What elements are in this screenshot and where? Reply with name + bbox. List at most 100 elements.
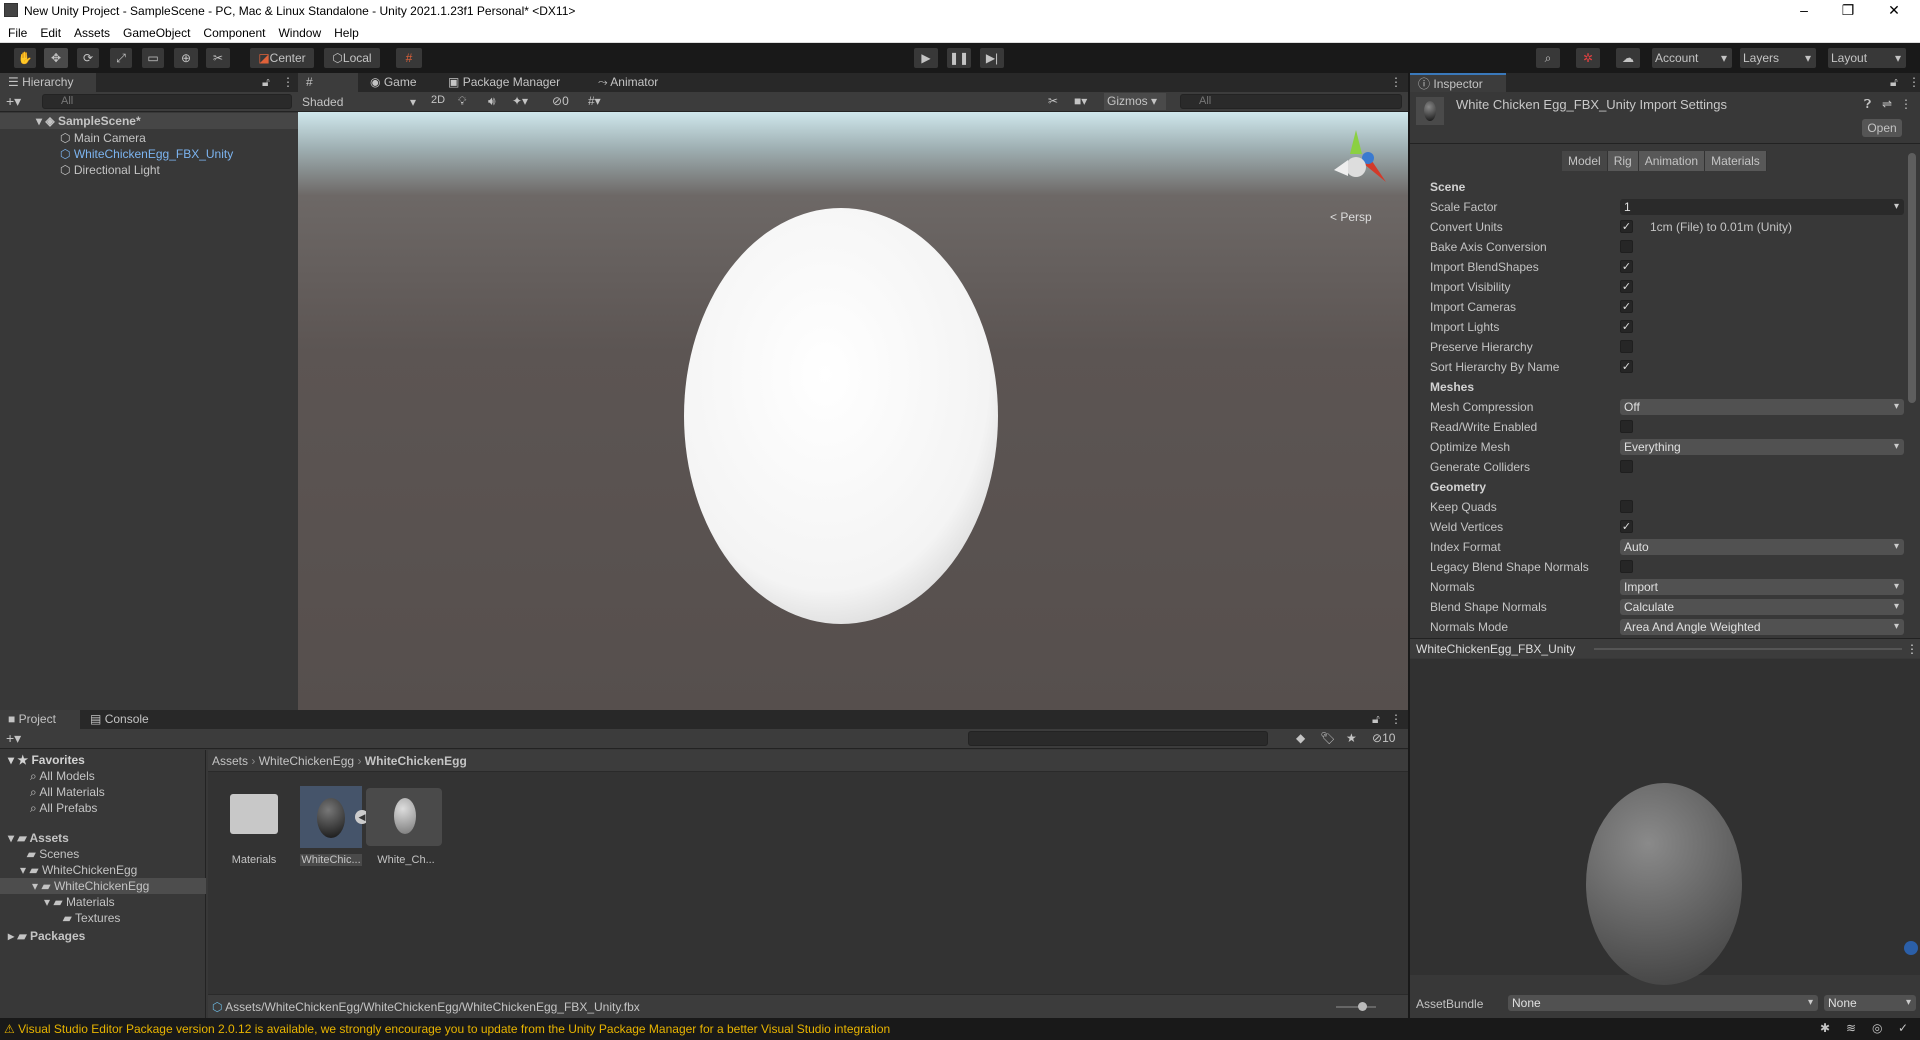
import-cameras-checkbox[interactable]: ✓ [1620, 300, 1633, 313]
normals-dropdown[interactable]: Import [1620, 579, 1904, 595]
2d-toggle[interactable]: 2D [426, 94, 450, 106]
legacy-blend-shape-normals-checkbox[interactable] [1620, 560, 1633, 573]
help-icon[interactable]: ❓︎ [1864, 97, 1871, 112]
collab-icon[interactable]: ✲ [1576, 48, 1600, 68]
favorites-header[interactable]: ▾ ★ Favorites [8, 752, 85, 768]
camera-icon[interactable]: ■▾ [1074, 94, 1087, 108]
favorite-star-icon[interactable]: ★ [1346, 731, 1357, 745]
lock-icon[interactable]: 🔓︎ [1372, 712, 1380, 727]
tab-hierarchy[interactable]: ☰ Hierarchy [0, 73, 96, 92]
weld-vertices-checkbox[interactable]: ✓ [1620, 520, 1633, 533]
label-tag-icon[interactable] [1904, 941, 1918, 955]
tools-icon[interactable]: ✂ [1048, 94, 1058, 108]
blend-shape-normals-dropdown[interactable]: Calculate [1620, 599, 1904, 615]
icon-size-slider[interactable] [1336, 1002, 1376, 1011]
check-icon[interactable]: ✓ [1898, 1021, 1908, 1035]
tree-item[interactable]: ▸ ▰ Packages [0, 928, 206, 944]
asset-label[interactable]: Materials [216, 854, 292, 866]
tab-model[interactable]: Model [1562, 151, 1608, 171]
pivot-local-button[interactable]: ⬡Local [324, 48, 380, 68]
step-button[interactable]: ▶| [980, 48, 1004, 68]
more-menu-icon[interactable]: ⋮ [1390, 75, 1402, 89]
gizmos-dropdown[interactable]: Gizmos ▾ [1104, 93, 1166, 110]
open-button[interactable]: Open [1862, 119, 1902, 137]
perspective-label[interactable]: < Persp [1330, 210, 1372, 224]
effects-icon[interactable]: ✦▾ [512, 94, 528, 108]
keep-quads-checkbox[interactable] [1620, 500, 1633, 513]
hierarchy-item[interactable]: ⬡ WhiteChickenEgg_FBX_Unity [60, 146, 233, 162]
assetbundle-dropdown[interactable]: None [1508, 995, 1818, 1011]
menu-assets[interactable]: Assets [66, 22, 115, 40]
scale-factor-input[interactable]: 1 [1620, 199, 1904, 215]
account-dropdown[interactable]: Account ▾ [1652, 48, 1732, 68]
import-lights-checkbox[interactable]: ✓ [1620, 320, 1633, 333]
hidden-objects-toggle[interactable]: ⊘0 [552, 94, 569, 108]
folder-icon[interactable] [230, 794, 278, 834]
scale-tool-icon[interactable]: ⤢ [110, 48, 132, 68]
import-blendshapes-checkbox[interactable]: ✓ [1620, 260, 1633, 273]
hierarchy-search-input[interactable]: All [42, 94, 292, 109]
menu-help[interactable]: Help [326, 22, 364, 40]
asset-label[interactable]: WhiteChic... [300, 854, 362, 866]
move-tool-icon[interactable]: ✥ [44, 48, 68, 68]
more-menu-icon[interactable]: ⋮ [282, 75, 294, 89]
tree-item[interactable]: ▰ Scenes [0, 846, 206, 862]
tab-animator[interactable]: ⤳ Animator [590, 73, 672, 92]
tab-rig[interactable]: Rig [1607, 151, 1639, 171]
status-bar[interactable]: ⚠ Visual Studio Editor Package version 2… [0, 1018, 1920, 1040]
maximize-button[interactable]: ❐ [1828, 2, 1868, 19]
read-write-enabled-checkbox[interactable] [1620, 420, 1633, 433]
menu-file[interactable]: File [0, 22, 32, 40]
shading-mode-dropdown[interactable]: Shaded ▾ [302, 94, 418, 110]
favorite-item[interactable]: ⌕ All Models [30, 768, 95, 784]
normals-mode-dropdown[interactable]: Area And Angle Weighted [1620, 619, 1904, 635]
label-filter-icon[interactable]: 🏷︎ [1320, 731, 1335, 745]
bake-axis-conversion-checkbox[interactable] [1620, 240, 1633, 253]
assetbundle-variant-dropdown[interactable]: None [1824, 995, 1916, 1011]
egg-model[interactable] [684, 208, 998, 624]
pivot-center-button[interactable]: ◪Center [250, 48, 314, 68]
grid-icon[interactable]: #▾ [588, 94, 601, 108]
cloud-icon[interactable]: ☁ [1616, 48, 1640, 68]
tab-console[interactable]: ▤ Console [82, 710, 162, 729]
model-asset-thumbnail[interactable] [300, 786, 362, 848]
mesh-asset-thumbnail[interactable] [366, 788, 442, 846]
tree-item[interactable]: ▰ Textures [0, 910, 206, 926]
lighting-icon[interactable]: 💡︎ [458, 94, 466, 109]
model-preview[interactable] [1410, 659, 1920, 985]
tab-animation[interactable]: Animation [1638, 151, 1706, 171]
tree-item[interactable]: ▾ ▰ WhiteChickenEgg [0, 862, 206, 878]
scene-search-input[interactable]: All [1180, 94, 1402, 109]
optimize-mesh-dropdown[interactable]: Everything [1620, 439, 1904, 455]
tree-item[interactable]: ▾ ▰ Assets [0, 830, 206, 846]
tab-package-manager[interactable]: ▣ Package Manager [440, 73, 586, 92]
convert-units-checkbox[interactable]: ✓ [1620, 220, 1633, 233]
layout-dropdown[interactable]: Layout ▾ [1828, 48, 1906, 68]
lock-icon[interactable]: 🔓︎ [262, 75, 270, 90]
cache-icon[interactable]: ≋ [1846, 1021, 1856, 1035]
hierarchy-item[interactable]: ⬡ Directional Light [60, 162, 160, 178]
index-format-dropdown[interactable]: Auto [1620, 539, 1904, 555]
progress-icon[interactable]: ◎ [1872, 1021, 1882, 1035]
asset-label[interactable]: White_Ch... [368, 854, 444, 866]
tree-item[interactable]: ▾ ▰ Materials [0, 894, 206, 910]
pause-button[interactable]: ❚❚ [947, 48, 971, 68]
tab-game[interactable]: ◉ Game [362, 73, 436, 92]
more-menu-icon[interactable]: ⋮ [1390, 712, 1402, 726]
scene-viewport[interactable]: < Persp [298, 112, 1408, 710]
preview-header[interactable]: WhiteChickenEgg_FBX_Unity ⋮ [1410, 638, 1920, 658]
audio-icon[interactable]: 🔊︎ [488, 94, 496, 109]
menu-gameobject[interactable]: GameObject [115, 22, 195, 40]
custom-tool-icon[interactable]: ✂ [206, 48, 230, 68]
create-icon[interactable]: +▾ [6, 730, 21, 747]
orientation-gizmo[interactable] [1334, 130, 1386, 182]
hierarchy-item[interactable]: ⬡ Main Camera [60, 130, 146, 146]
breadcrumb-current[interactable]: WhiteChickenEgg [365, 754, 467, 768]
add-icon[interactable]: +▾ [6, 93, 21, 110]
breadcrumb-assets[interactable]: Assets [212, 754, 248, 768]
scene-row[interactable]: ▾ ◈ SampleScene* [0, 113, 298, 129]
tab-project[interactable]: ■ Project [0, 710, 80, 729]
tree-item[interactable]: ▾ ▰ WhiteChickenEgg [0, 878, 206, 894]
transform-tool-icon[interactable]: ⊕ [174, 48, 198, 68]
play-button[interactable]: ▶ [914, 48, 938, 68]
